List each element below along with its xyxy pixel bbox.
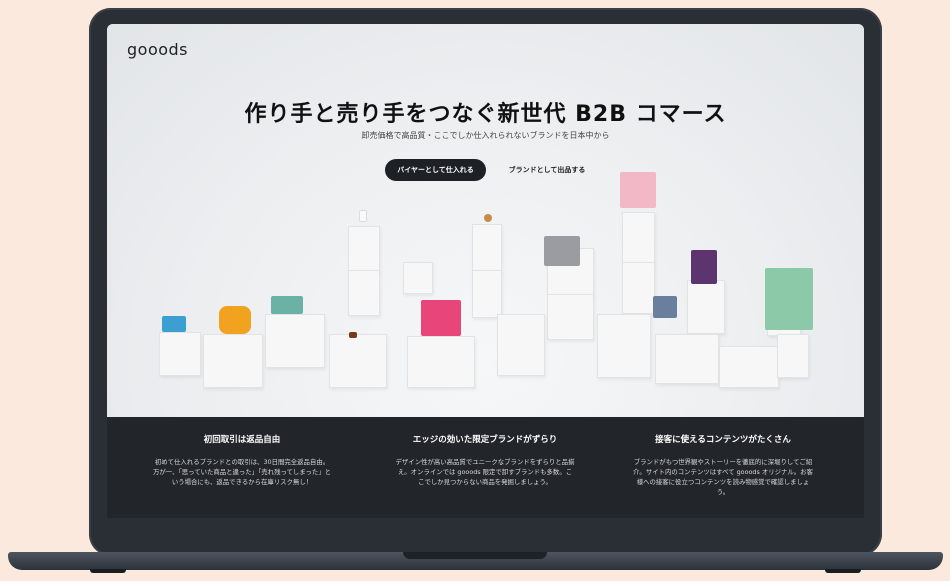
display-box bbox=[547, 294, 594, 340]
hero-section: gooods 作り手と売り手をつなぐ新世代 B2B コマース 卸売価格で高品質・… bbox=[107, 24, 864, 417]
grey-scarf-product bbox=[544, 236, 580, 266]
purple-garment-product bbox=[691, 250, 717, 284]
display-box bbox=[597, 314, 651, 378]
hero-headline: 作り手と売り手をつなぐ新世代 B2B コマース bbox=[244, 102, 727, 127]
display-box bbox=[472, 270, 502, 318]
laptop-hinge-notch bbox=[403, 552, 547, 559]
display-box bbox=[348, 226, 380, 272]
feature-description: ブランドがもつ世界観やストーリーを徹底的に深堀りしてご紹介。サイト内のコンテンツ… bbox=[633, 458, 813, 496]
flamingo-bag-product bbox=[620, 172, 656, 208]
feature-content: 接客に使えるコンテンツがたくさん ブランドがもつ世界観やストーリーを徹底的に深堀… bbox=[633, 433, 813, 497]
striped-cloth-product bbox=[653, 296, 677, 318]
display-box bbox=[472, 224, 502, 272]
display-box bbox=[622, 262, 655, 314]
display-box bbox=[719, 346, 779, 388]
display-box bbox=[159, 332, 201, 376]
feature-title: 接客に使えるコンテンツがたくさん bbox=[655, 435, 791, 445]
display-box bbox=[497, 314, 545, 376]
laptop-foot bbox=[90, 569, 126, 573]
buyer-signup-button[interactable]: バイヤーとして仕入れる bbox=[385, 159, 486, 181]
laptop-foot bbox=[825, 569, 861, 573]
display-box bbox=[622, 212, 655, 264]
display-box bbox=[403, 262, 433, 294]
striped-bag-product bbox=[271, 296, 303, 314]
feature-title: エッジの効いた限定ブランドがずらり bbox=[412, 435, 558, 445]
tiger-cushion-product bbox=[219, 306, 251, 334]
product-display-image bbox=[107, 172, 864, 417]
site-logo[interactable]: gooods bbox=[127, 40, 188, 59]
display-box bbox=[777, 334, 809, 378]
small-ornament-product bbox=[349, 332, 357, 338]
blue-pouch-product bbox=[162, 316, 186, 332]
feature-description: 初めて仕入れるブランドとの取引は、30日間完全返品自由。万が一、「思っていた商品… bbox=[152, 458, 332, 486]
hero-subline: 卸売価格で高品質・ここでしか仕入れられないブランドを日本中から bbox=[361, 131, 610, 140]
pink-tote-product bbox=[421, 300, 461, 336]
display-box bbox=[407, 336, 475, 388]
display-box bbox=[687, 280, 725, 334]
feature-title: 初回取引は返品自由 bbox=[203, 435, 281, 445]
green-tote-product bbox=[765, 268, 813, 330]
laptop-bezel bbox=[107, 518, 864, 544]
brand-signup-button[interactable]: ブランドとして出品する bbox=[497, 159, 597, 181]
feature-description: デザイン性が高い高品質でユニークなブランドをずらりと品揃え。オンラインでは go… bbox=[395, 458, 575, 486]
display-box bbox=[329, 334, 387, 388]
browser-screen: gooods 作り手と売り手をつなぐ新世代 B2B コマース 卸売価格で高品質・… bbox=[107, 24, 864, 518]
tiny-figure-product bbox=[484, 214, 492, 222]
feature-limited-brands: エッジの効いた限定ブランドがずらり デザイン性が高い高品質でユニークなブランドを… bbox=[395, 433, 575, 487]
small-bottle-product bbox=[359, 210, 367, 222]
feature-free-returns: 初回取引は返品自由 初めて仕入れるブランドとの取引は、30日間完全返品自由。万が… bbox=[152, 433, 332, 487]
display-box bbox=[203, 334, 263, 388]
features-section: 初回取引は返品自由 初めて仕入れるブランドとの取引は、30日間完全返品自由。万が… bbox=[107, 417, 864, 518]
display-box bbox=[265, 314, 325, 368]
display-box bbox=[348, 270, 380, 316]
display-box bbox=[655, 334, 719, 384]
